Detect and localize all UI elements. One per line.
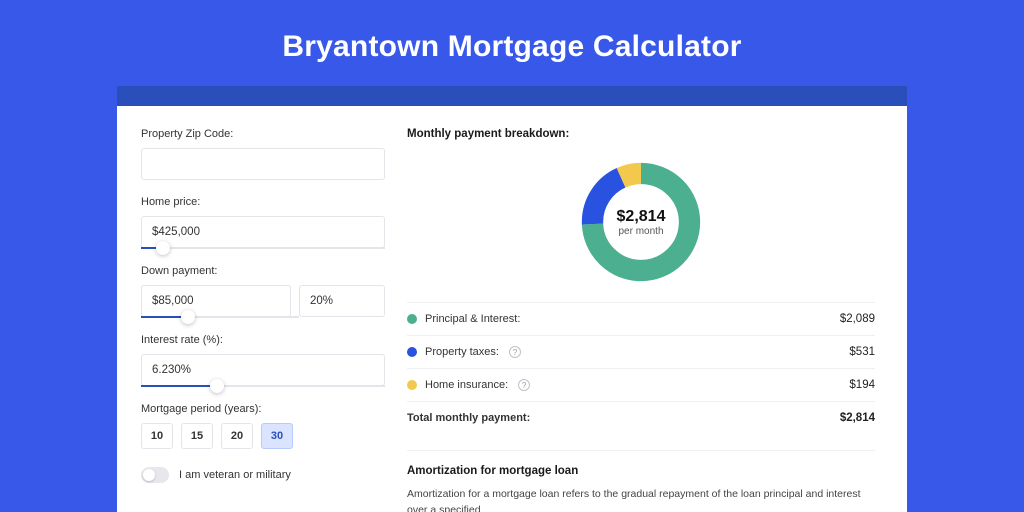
- info-icon[interactable]: ?: [509, 346, 521, 358]
- veteran-label: I am veteran or military: [179, 469, 291, 481]
- down-payment-amount-input[interactable]: [141, 285, 291, 317]
- home-price-input[interactable]: [141, 216, 385, 248]
- donut-center-value: $2,814: [617, 208, 666, 226]
- legend-row-taxes: Property taxes: ? $531: [407, 336, 875, 369]
- interest-slider-fill: [141, 385, 217, 387]
- legend-dot-principal: [407, 314, 417, 324]
- period-label: Mortgage period (years):: [141, 403, 385, 415]
- legend: Principal & Interest: $2,089 Property ta…: [407, 302, 875, 434]
- zip-group: Property Zip Code:: [141, 128, 385, 180]
- breakdown-title: Monthly payment breakdown:: [407, 128, 875, 140]
- period-option-30[interactable]: 30: [261, 423, 293, 449]
- form-panel: Property Zip Code: Home price: Down paym…: [141, 128, 385, 512]
- legend-row-total: Total monthly payment: $2,814: [407, 402, 875, 434]
- home-price-slider[interactable]: [141, 247, 385, 249]
- legend-row-principal: Principal & Interest: $2,089: [407, 303, 875, 336]
- legend-label-taxes: Property taxes:: [425, 346, 499, 358]
- period-option-15[interactable]: 15: [181, 423, 213, 449]
- period-group: Mortgage period (years): 10 15 20 30: [141, 403, 385, 449]
- donut-center: $2,814 per month: [577, 158, 705, 286]
- veteran-row: I am veteran or military: [141, 467, 385, 483]
- legend-label-principal: Principal & Interest:: [425, 313, 520, 325]
- info-icon[interactable]: ?: [518, 379, 530, 391]
- zip-label: Property Zip Code:: [141, 128, 385, 140]
- down-payment-group: Down payment:: [141, 265, 385, 318]
- zip-input[interactable]: [141, 148, 385, 180]
- legend-label-insurance: Home insurance:: [425, 379, 508, 391]
- down-payment-label: Down payment:: [141, 265, 385, 277]
- amortization-section: Amortization for mortgage loan Amortizat…: [407, 450, 875, 512]
- home-price-group: Home price:: [141, 196, 385, 249]
- calculator-card: Property Zip Code: Home price: Down paym…: [117, 106, 907, 512]
- breakdown-panel: Monthly payment breakdown: $2,814 per mo…: [407, 128, 875, 512]
- down-payment-slider-thumb[interactable]: [181, 310, 195, 324]
- home-price-label: Home price:: [141, 196, 385, 208]
- interest-slider[interactable]: [141, 385, 385, 387]
- legend-row-insurance: Home insurance: ? $194: [407, 369, 875, 402]
- down-payment-pct-input[interactable]: [299, 285, 385, 317]
- donut-container: $2,814 per month: [407, 152, 875, 302]
- interest-input[interactable]: [141, 354, 385, 386]
- period-option-10[interactable]: 10: [141, 423, 173, 449]
- interest-group: Interest rate (%):: [141, 334, 385, 387]
- home-price-slider-thumb[interactable]: [156, 241, 170, 255]
- period-options: 10 15 20 30: [141, 423, 385, 449]
- legend-value-insurance: $194: [849, 379, 875, 391]
- legend-dot-taxes: [407, 347, 417, 357]
- page-title: Bryantown Mortgage Calculator: [0, 0, 1024, 86]
- amortization-title: Amortization for mortgage loan: [407, 465, 875, 477]
- amortization-body: Amortization for a mortgage loan refers …: [407, 487, 875, 512]
- veteran-toggle[interactable]: [141, 467, 169, 483]
- veteran-toggle-knob: [143, 469, 155, 481]
- legend-value-principal: $2,089: [840, 313, 875, 325]
- legend-dot-insurance: [407, 380, 417, 390]
- period-option-20[interactable]: 20: [221, 423, 253, 449]
- interest-slider-thumb[interactable]: [210, 379, 224, 393]
- legend-value-taxes: $531: [849, 346, 875, 358]
- legend-label-total: Total monthly payment:: [407, 412, 530, 424]
- donut-chart: $2,814 per month: [577, 158, 705, 286]
- down-payment-slider[interactable]: [141, 316, 299, 318]
- legend-value-total: $2,814: [840, 412, 875, 424]
- interest-label: Interest rate (%):: [141, 334, 385, 346]
- donut-center-sub: per month: [618, 226, 663, 237]
